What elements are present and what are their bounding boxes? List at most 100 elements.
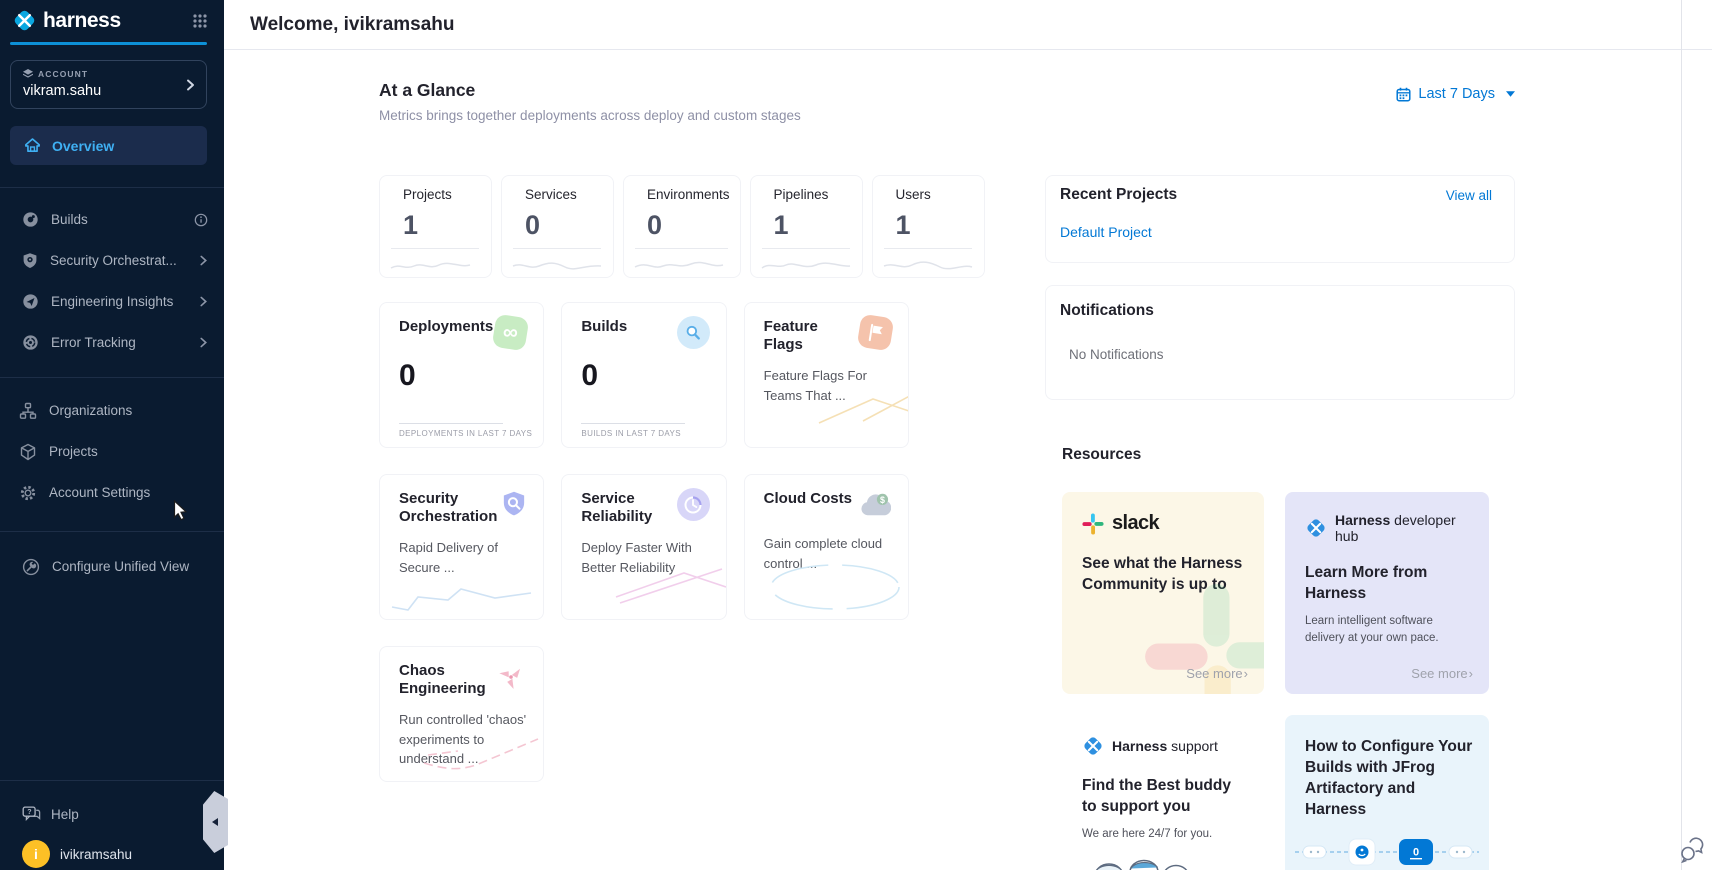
project-link-default-project[interactable]: Default Project xyxy=(1060,224,1152,240)
stat-value: 1 xyxy=(403,210,481,241)
view-all-link[interactable]: View all xyxy=(1446,188,1492,203)
help-button[interactable]: ? Help xyxy=(0,781,224,823)
brand-line: Harness support xyxy=(1112,738,1218,754)
info-icon[interactable] xyxy=(194,213,208,227)
stat-value: 1 xyxy=(774,210,852,241)
feature-flags-card[interactable]: Feature Flags Feature Flags For Teams Th… xyxy=(744,302,909,448)
sidebar-item-projects[interactable]: Projects xyxy=(0,431,224,472)
chaos-engineering-card[interactable]: Chaos Engineering Run controlled 'chaos'… xyxy=(379,646,544,782)
module-description: Feature Flags For Teams That ... xyxy=(764,366,892,405)
harness-support-card[interactable]: Harness support Find the Best buddy to s… xyxy=(1062,715,1264,870)
scrollbar-track[interactable] xyxy=(1681,0,1682,870)
pipeline-illustration: 0 xyxy=(1295,834,1479,870)
see-more-link[interactable]: See more› xyxy=(1411,666,1473,681)
calendar-icon xyxy=(1396,87,1411,102)
svg-text:$: $ xyxy=(880,494,885,504)
see-more-link[interactable]: See more› xyxy=(1186,666,1248,681)
account-label-row: ACCOUNT xyxy=(23,69,180,79)
stat-label: Users xyxy=(896,187,974,202)
module-title: Builds xyxy=(581,318,627,336)
resource-card-title: Find the Best buddy to support you xyxy=(1082,776,1247,818)
sidebar: harness ACCOUNT vikram.sahu Overview xyxy=(0,0,224,870)
projects-cube-icon xyxy=(19,443,37,461)
developer-hub-resource-card[interactable]: Harness developer hub Learn More from Ha… xyxy=(1285,492,1489,694)
collapse-arrow-icon xyxy=(208,818,218,826)
jfrog-article-card[interactable]: How to Configure Your Builds with JFrog … xyxy=(1285,715,1489,870)
mouse-cursor xyxy=(173,500,189,527)
sidebar-config-nav: Configure Unified View xyxy=(0,532,224,587)
sidebar-item-label: Builds xyxy=(51,212,88,227)
chat-support-widget[interactable] xyxy=(1679,837,1707,868)
module-cards-grid: Deployments ∞ 0 DEPLOYMENTS IN LAST 7 DA… xyxy=(379,302,909,782)
sidebar-item-error-tracking[interactable]: Error Tracking xyxy=(0,322,224,363)
error-tracking-icon xyxy=(22,334,39,351)
service-reliability-card[interactable]: Service Reliability Deploy Faster With B… xyxy=(561,474,726,620)
notifications-panel: Notifications No Notifications xyxy=(1045,285,1515,400)
wrench-icon xyxy=(22,558,40,576)
chevron-right-icon xyxy=(199,296,208,307)
stat-card-pipelines[interactable]: Pipelines 1 xyxy=(750,175,863,278)
chevron-right-icon xyxy=(199,337,208,348)
metric-footer: BUILDS IN LAST 7 DAYS xyxy=(581,423,685,438)
feature-flags-icon xyxy=(857,314,895,352)
date-range-dropdown[interactable]: Last 7 Days xyxy=(1396,86,1515,102)
stat-card-environments[interactable]: Environments 0 xyxy=(623,175,741,278)
security-orchestration-icon xyxy=(497,488,530,521)
resources-grid: slack See what the Harness Community is … xyxy=(1062,492,1515,870)
pipeline-node-count: 0 xyxy=(1413,847,1419,859)
shield-icon xyxy=(22,252,38,269)
stat-value: 1 xyxy=(896,210,974,241)
account-name: vikram.sahu xyxy=(23,83,180,99)
stat-sparkline xyxy=(633,259,725,272)
user-menu[interactable]: i ivikramsahu xyxy=(0,823,224,870)
sidebar-item-security-orchestration[interactable]: Security Orchestrat... xyxy=(0,240,224,281)
account-label: ACCOUNT xyxy=(38,69,88,79)
sidebar-item-label: Engineering Insights xyxy=(51,294,173,309)
sidebar-collapse-handle[interactable] xyxy=(203,791,228,853)
resources-section: Resources slack See what the Harness Com… xyxy=(1062,446,1515,870)
svg-text:?: ? xyxy=(27,808,31,816)
date-range-value: Last 7 Days xyxy=(1418,86,1495,102)
notifications-empty-state: No Notifications xyxy=(1069,347,1492,362)
security-orchestration-card[interactable]: Security Orchestration Rapid Delivery of… xyxy=(379,474,544,620)
sidebar-item-organizations[interactable]: Organizations xyxy=(0,390,224,431)
sidebar-item-label: Projects xyxy=(49,444,98,459)
stat-card-projects[interactable]: Projects 1 xyxy=(379,175,492,278)
sidebar-item-overview[interactable]: Overview xyxy=(10,126,207,165)
stat-divider xyxy=(513,248,601,249)
account-selector[interactable]: ACCOUNT vikram.sahu xyxy=(10,60,207,109)
sidebar-item-label: Configure Unified View xyxy=(52,559,189,574)
sidebar-item-account-settings[interactable]: Account Settings xyxy=(0,472,224,513)
sidebar-account-nav: Organizations Projects Account Settings xyxy=(0,378,224,513)
slack-resource-card[interactable]: slack See what the Harness Community is … xyxy=(1062,492,1264,694)
deployments-count: 0 xyxy=(399,359,527,393)
section-subtitle: Metrics brings together deployments acro… xyxy=(379,108,801,123)
builds-card[interactable]: Builds 0 BUILDS IN LAST 7 DAYS xyxy=(561,302,726,448)
sidebar-item-builds[interactable]: Builds xyxy=(0,199,224,240)
sidebar-item-configure-unified-view[interactable]: Configure Unified View xyxy=(0,546,224,587)
module-title: Service Reliability xyxy=(581,490,676,525)
sidebar-item-label: Account Settings xyxy=(49,485,150,500)
stat-label: Pipelines xyxy=(774,187,852,202)
resource-card-title: How to Configure Your Builds with JFrog … xyxy=(1305,737,1473,821)
stat-divider xyxy=(884,248,972,249)
stat-divider xyxy=(635,248,728,249)
stats-row: Projects 1 Services 0 Environmen xyxy=(379,175,909,278)
service-reliability-icon xyxy=(677,488,710,521)
section-title: At a Glance xyxy=(379,80,801,101)
sidebar-module-nav: Builds Security Orchestrat... Engineerin xyxy=(0,188,224,363)
glance-header: At a Glance Metrics brings together depl… xyxy=(379,80,1515,123)
chevron-right-icon xyxy=(185,79,196,91)
insights-icon xyxy=(22,293,39,310)
deployments-card[interactable]: Deployments ∞ 0 DEPLOYMENTS IN LAST 7 DA… xyxy=(379,302,544,448)
module-grid-icon[interactable] xyxy=(192,13,208,29)
stat-card-services[interactable]: Services 0 xyxy=(501,175,614,278)
stat-card-users[interactable]: Users 1 xyxy=(872,175,985,278)
module-description: Rapid Delivery of Secure ... xyxy=(399,538,527,577)
home-icon xyxy=(23,136,42,155)
cloud-costs-icon: $ xyxy=(859,488,892,521)
sidebar-item-engineering-insights[interactable]: Engineering Insights xyxy=(0,281,224,322)
recent-projects-panel: Recent Projects View all Default Project xyxy=(1045,175,1515,263)
cloud-costs-card[interactable]: Cloud Costs $ Gain complete cloud contro… xyxy=(744,474,909,620)
stat-label: Services xyxy=(525,187,603,202)
